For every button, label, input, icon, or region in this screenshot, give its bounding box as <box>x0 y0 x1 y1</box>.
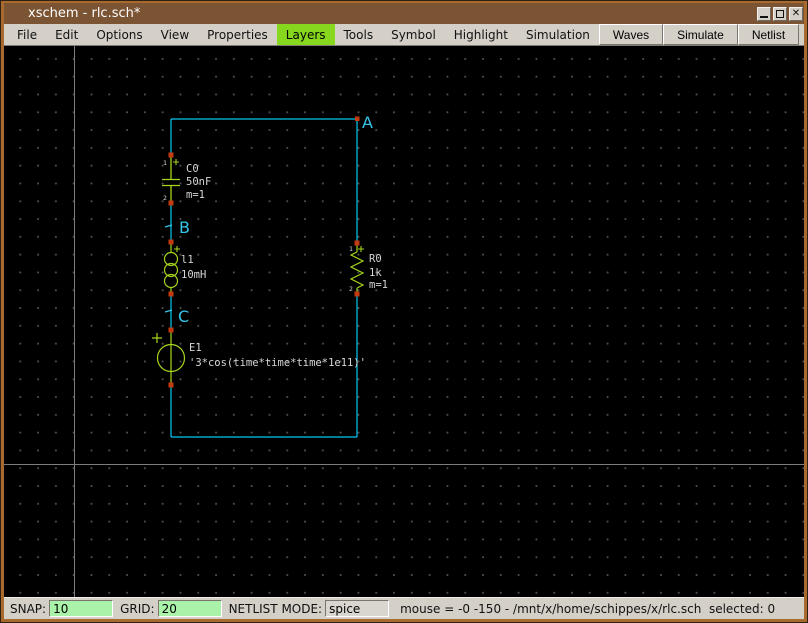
menu-simulation[interactable]: Simulation <box>517 24 599 45</box>
snap-label: SNAP: <box>10 601 47 616</box>
maximize-icon <box>776 9 784 18</box>
net-label-A[interactable]: A <box>362 113 373 132</box>
minimize-icon <box>760 15 768 18</box>
menu-file[interactable]: File <box>8 24 46 45</box>
net-label-B[interactable]: B <box>179 218 190 237</box>
schematic-drawing: 1 2 C0 50nF m=1 l1 10mH E1 '3*cos(time*t… <box>4 46 804 597</box>
menu-symbol[interactable]: Symbol <box>382 24 445 45</box>
grid-label: GRID: <box>120 601 155 616</box>
menu-options[interactable]: Options <box>87 24 151 45</box>
pin-square <box>168 291 174 297</box>
pin-square <box>168 382 174 388</box>
menu-tools[interactable]: Tools <box>335 24 383 45</box>
plus-mark <box>174 246 180 252</box>
maximize-button[interactable] <box>773 6 787 21</box>
simulate-button[interactable]: Simulate <box>663 24 738 45</box>
menubar: File Edit Options View Properties Layers… <box>4 24 804 46</box>
pin-square <box>168 152 174 158</box>
component-ref: l1 <box>181 254 194 266</box>
close-button[interactable]: ✕ <box>789 6 803 21</box>
pin-square <box>168 327 174 333</box>
component-extra: m=1 <box>186 189 205 201</box>
pin-number: 1 <box>349 245 353 253</box>
component-extra: m=1 <box>369 279 388 291</box>
component-vsource-E1[interactable]: E1 '3*cos(time*time*time*1e11)' <box>152 327 366 388</box>
component-value: 50nF <box>186 176 211 188</box>
net-label-C[interactable]: C <box>178 307 189 326</box>
component-capacitor-C0[interactable]: 1 2 C0 50nF m=1 <box>162 152 211 206</box>
minimize-button[interactable] <box>757 6 771 21</box>
grid-input[interactable] <box>157 600 222 617</box>
xschem-window: xschem - rlc.sch* ✕ File Edit Options Vi… <box>0 0 808 623</box>
netlist-mode-label: NETLIST MODE: <box>228 601 323 616</box>
origin-axes <box>4 46 804 597</box>
window-controls: ✕ <box>757 6 803 21</box>
plus-mark <box>358 246 364 252</box>
titlebar[interactable]: xschem - rlc.sch* ✕ <box>4 3 804 24</box>
statusbar: SNAP: GRID: NETLIST MODE: mouse = -0 -15… <box>4 597 804 619</box>
menu-properties[interactable]: Properties <box>198 24 277 45</box>
netlist-button[interactable]: Netlist <box>737 24 800 45</box>
component-resistor-R0[interactable]: 1 2 R0 1k m=1 <box>349 240 388 297</box>
pin-number: 2 <box>163 194 167 202</box>
component-value: 10mH <box>181 269 206 281</box>
component-ref: C0 <box>186 163 199 175</box>
menu-layers[interactable]: Layers <box>276 24 335 45</box>
plus-mark <box>173 159 179 165</box>
waves-button[interactable]: Waves <box>598 24 664 45</box>
menu-edit[interactable]: Edit <box>46 24 87 45</box>
component-value: '3*cos(time*time*time*1e11)' <box>189 357 366 369</box>
netlist-mode-input[interactable] <box>325 600 390 617</box>
pin-square <box>354 291 360 297</box>
menu-view[interactable]: View <box>152 24 198 45</box>
component-inductor-l1[interactable]: l1 10mH <box>163 239 207 297</box>
pin-square <box>354 240 360 246</box>
component-value: 1k <box>369 267 382 279</box>
plus-mark <box>152 333 162 343</box>
menu-help[interactable]: Help <box>799 24 808 45</box>
component-ref: E1 <box>189 342 202 354</box>
pin-square <box>168 239 174 245</box>
schematic-canvas[interactable]: 1 2 C0 50nF m=1 l1 10mH E1 '3*cos(time*t… <box>4 46 804 597</box>
close-icon: ✕ <box>791 7 801 19</box>
pin-square <box>168 200 174 206</box>
net-labels[interactable]: A B C <box>164 113 373 326</box>
wire-endpoint-marker <box>355 116 360 121</box>
mouse-coordinates-status: mouse = -0 -150 - /mnt/x/home/schippes/x… <box>400 601 776 616</box>
pin-number: 1 <box>163 159 167 167</box>
window-title: xschem - rlc.sch* <box>28 6 141 21</box>
menu-highlight[interactable]: Highlight <box>445 24 517 45</box>
pin-number: 2 <box>349 285 353 293</box>
snap-input[interactable] <box>49 600 114 617</box>
component-ref: R0 <box>369 253 382 265</box>
